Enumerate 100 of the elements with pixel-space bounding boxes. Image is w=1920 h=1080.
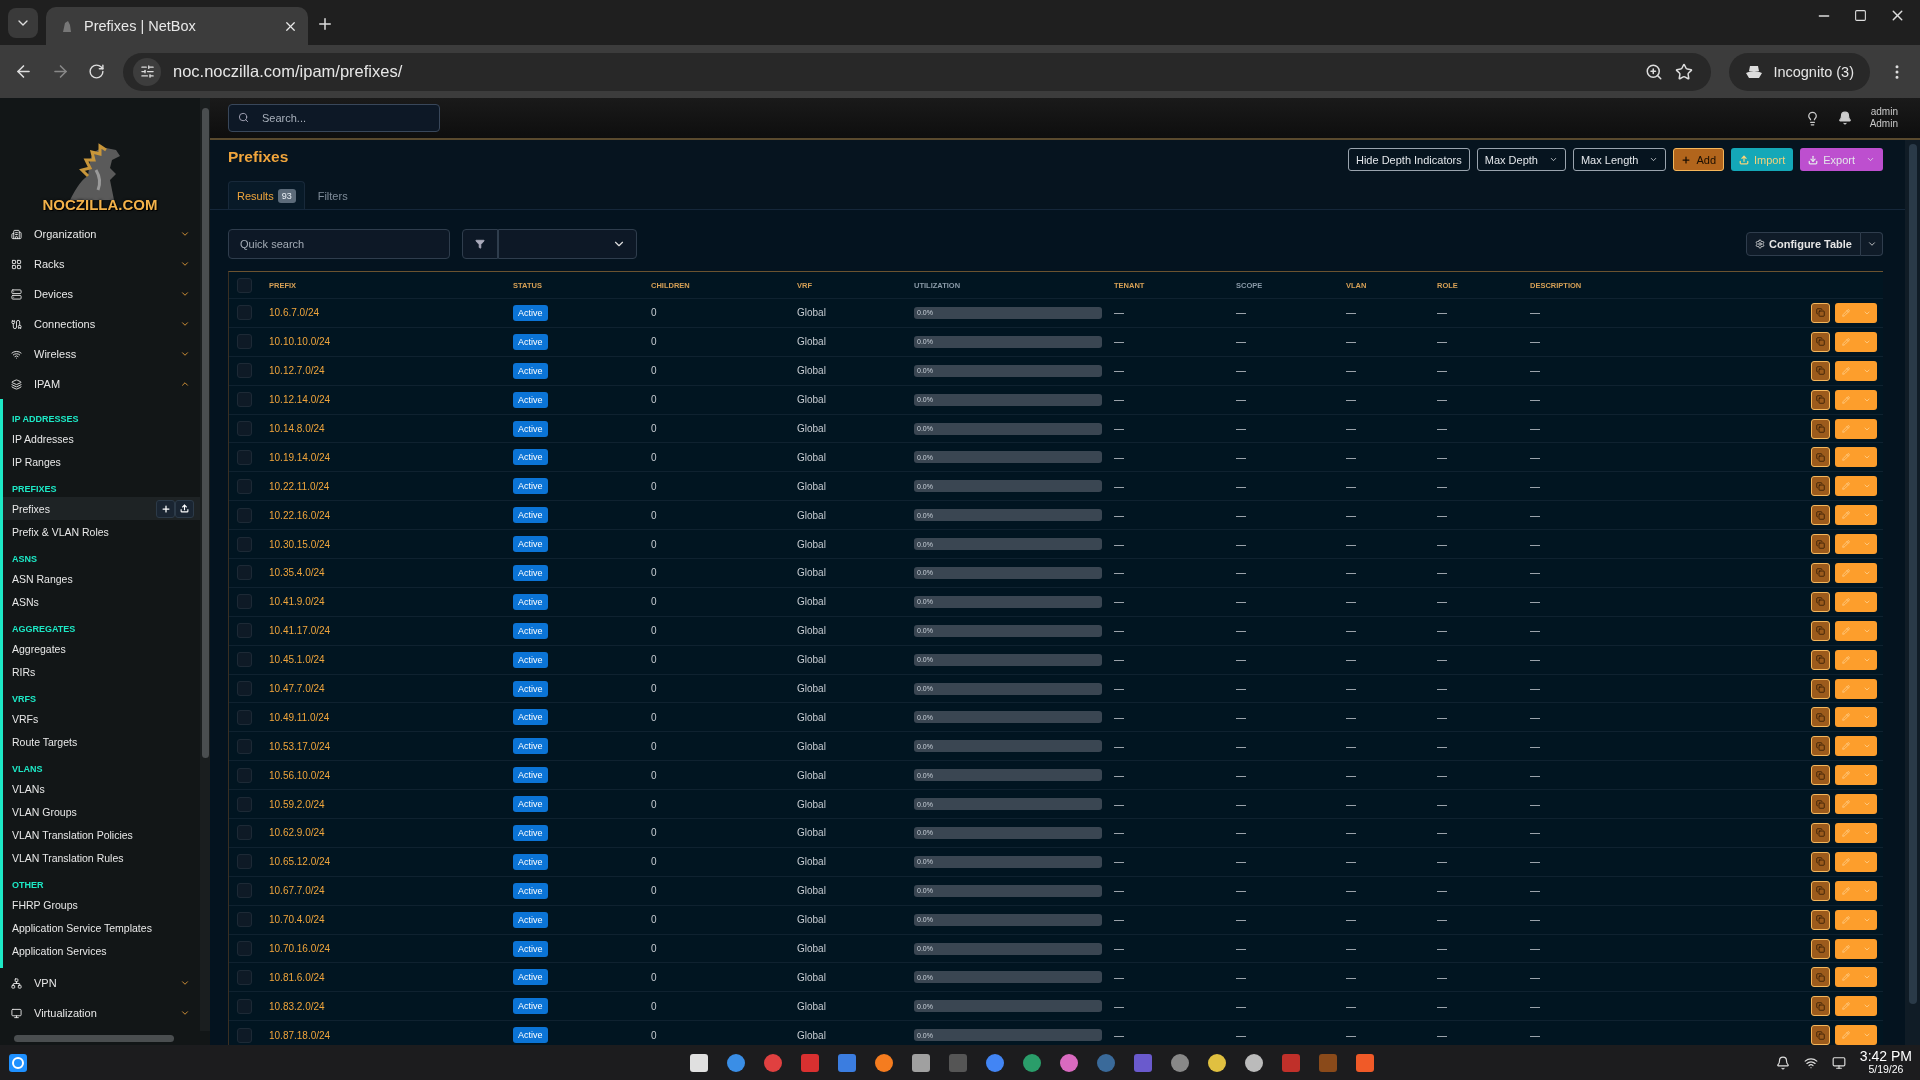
nav-sub-item[interactable]: Aggregates xyxy=(3,637,200,660)
app-icon[interactable] xyxy=(1207,1053,1226,1072)
clone-button[interactable] xyxy=(1811,909,1830,930)
prefix-link[interactable]: 10.45.1.0/24 xyxy=(269,654,325,666)
row-checkbox[interactable] xyxy=(237,998,252,1014)
app-icon[interactable] xyxy=(689,1053,708,1072)
clone-button[interactable] xyxy=(1811,620,1830,641)
edit-button[interactable] xyxy=(1835,996,1877,1017)
edit-button[interactable] xyxy=(1835,534,1877,555)
bookmark-icon[interactable] xyxy=(1675,62,1694,81)
nav-menu-item[interactable]: Racks xyxy=(0,249,200,279)
nav-sub-item[interactable]: Application Service Templates xyxy=(3,916,200,939)
clone-button[interactable] xyxy=(1811,302,1830,323)
edit-button[interactable] xyxy=(1835,620,1877,641)
action-button[interactable]: Add xyxy=(1673,148,1724,171)
prefix-link[interactable]: 10.30.15.0/24 xyxy=(269,538,331,550)
nav-menu-item[interactable]: Connections xyxy=(0,309,200,339)
clone-button[interactable] xyxy=(1811,649,1830,670)
nav-sub-item[interactable]: Prefixes xyxy=(3,497,200,520)
edit-button[interactable] xyxy=(1835,736,1877,757)
prefix-link[interactable]: 10.22.16.0/24 xyxy=(269,509,331,521)
row-checkbox[interactable] xyxy=(237,449,252,465)
nav-sub-item[interactable]: VLAN Translation Policies xyxy=(3,823,200,846)
prefix-link[interactable]: 10.19.14.0/24 xyxy=(269,451,331,463)
prefix-link[interactable]: 10.87.18.0/24 xyxy=(269,1029,331,1041)
clone-button[interactable] xyxy=(1811,938,1830,959)
app-icon[interactable] xyxy=(1059,1053,1078,1072)
edit-button[interactable] xyxy=(1835,851,1877,872)
nav-menu-item[interactable]: Virtualization xyxy=(0,998,200,1028)
row-checkbox[interactable] xyxy=(237,334,252,350)
site-settings-button[interactable] xyxy=(133,57,161,86)
clone-button[interactable] xyxy=(1811,534,1830,555)
profile-button[interactable]: Incognito (3) xyxy=(1729,52,1870,91)
edit-button[interactable] xyxy=(1835,447,1877,468)
clone-button[interactable] xyxy=(1811,765,1830,786)
filter-button[interactable] xyxy=(462,229,498,259)
nav-menu-item[interactable]: Wireless xyxy=(0,339,200,369)
edit-button[interactable] xyxy=(1835,418,1877,439)
nav-sub-item[interactable]: VLAN Groups xyxy=(3,800,200,823)
prefix-link[interactable]: 10.41.17.0/24 xyxy=(269,625,331,637)
row-checkbox[interactable] xyxy=(237,305,252,321)
new-tab-icon[interactable] xyxy=(316,15,334,33)
row-checkbox[interactable] xyxy=(237,536,252,552)
row-checkbox[interactable] xyxy=(237,681,252,696)
edit-button[interactable] xyxy=(1835,822,1877,843)
prefix-link[interactable]: 10.65.12.0/24 xyxy=(269,856,331,868)
row-checkbox[interactable] xyxy=(237,767,252,783)
row-checkbox[interactable] xyxy=(237,363,252,379)
nav-sub-item[interactable]: VRFs xyxy=(3,707,200,730)
quick-search-field[interactable]: Quick search xyxy=(228,229,450,259)
nav-menu-item[interactable]: IPAM xyxy=(0,369,200,399)
app-icon[interactable] xyxy=(911,1053,930,1072)
action-button[interactable]: Max Depth xyxy=(1476,148,1566,171)
prefix-link[interactable]: 10.22.11.0/24 xyxy=(269,480,330,492)
add-button[interactable] xyxy=(156,499,175,518)
prefix-link[interactable]: 10.14.8.0/24 xyxy=(269,423,325,434)
edit-button[interactable] xyxy=(1835,505,1877,526)
clone-button[interactable] xyxy=(1811,591,1830,612)
row-checkbox[interactable] xyxy=(237,912,252,928)
row-checkbox[interactable] xyxy=(237,854,252,870)
nav-menu-item[interactable]: Organization xyxy=(0,219,200,249)
nav-sub-item[interactable]: FHRP Groups xyxy=(3,893,200,916)
edit-button[interactable] xyxy=(1835,360,1877,381)
prefix-link[interactable]: 10.83.2.0/24 xyxy=(269,1000,325,1012)
nav-menu-item[interactable]: VPN xyxy=(0,968,200,998)
prefix-link[interactable]: 10.70.16.0/24 xyxy=(269,943,331,955)
row-checkbox[interactable] xyxy=(237,883,252,899)
row-checkbox[interactable] xyxy=(237,392,252,408)
nav-sub-item[interactable]: Prefix & VLAN Roles xyxy=(3,520,200,543)
clock[interactable]: 3:42 PM 5/19/26 xyxy=(1859,1049,1912,1076)
edit-button[interactable] xyxy=(1835,476,1877,497)
tab[interactable]: Results 93 xyxy=(228,181,305,209)
row-checkbox[interactable] xyxy=(237,421,252,436)
restore-icon[interactable] xyxy=(1854,9,1867,22)
nav-sub-item[interactable]: Route Targets xyxy=(3,730,200,753)
nav-menu-item[interactable]: Devices xyxy=(0,279,200,309)
forward-icon[interactable] xyxy=(51,62,70,81)
app-icon[interactable] xyxy=(874,1053,893,1072)
reload-icon[interactable] xyxy=(88,63,105,80)
search-field[interactable]: Search... xyxy=(228,104,440,132)
clone-button[interactable] xyxy=(1811,331,1830,352)
prefix-link[interactable]: 10.12.7.0/24 xyxy=(269,365,325,377)
prefix-link[interactable]: 10.10.10.0/24 xyxy=(269,336,331,348)
nav-sub-item[interactable]: ASN Ranges xyxy=(3,567,200,590)
row-checkbox[interactable] xyxy=(237,738,252,754)
clone-button[interactable] xyxy=(1811,851,1830,872)
scrollbar[interactable] xyxy=(1905,140,1920,1045)
row-checkbox[interactable] xyxy=(237,478,252,494)
edit-button[interactable] xyxy=(1835,794,1877,815)
prefix-link[interactable]: 10.35.4.0/24 xyxy=(269,567,325,579)
edit-button[interactable] xyxy=(1835,331,1877,352)
scrollbar[interactable] xyxy=(200,98,210,1031)
edit-button[interactable] xyxy=(1835,909,1877,930)
edit-button[interactable] xyxy=(1835,967,1877,988)
clone-button[interactable] xyxy=(1811,418,1830,439)
clone-button[interactable] xyxy=(1811,360,1830,381)
prefix-link[interactable]: 10.70.4.0/24 xyxy=(269,914,325,926)
edit-button[interactable] xyxy=(1835,678,1877,699)
row-checkbox[interactable] xyxy=(237,825,252,841)
notification-icon[interactable] xyxy=(1775,1055,1790,1070)
